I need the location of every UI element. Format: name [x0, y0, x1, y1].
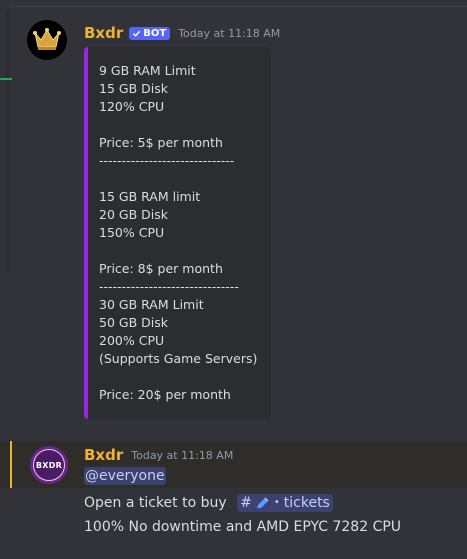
- mention-highlight-bar: [10, 441, 12, 488]
- embed-line: 150% CPU: [99, 225, 165, 240]
- message-line: Open a ticket to buy # • tickets: [84, 494, 333, 512]
- hash-icon: #: [240, 495, 252, 511]
- pencil-icon: [256, 497, 269, 508]
- embed-line: 15 GB Disk: [99, 81, 168, 96]
- username[interactable]: Bxdr: [84, 24, 123, 42]
- everyone-mention[interactable]: @everyone: [84, 467, 166, 485]
- crown-icon: [33, 28, 61, 50]
- embed-line: 9 GB RAM Limit: [99, 63, 196, 78]
- pricing-embed: 9 GB RAM Limit 15 GB Disk 120% CPU Price…: [84, 47, 271, 419]
- bot-badge: BOT: [129, 26, 171, 40]
- avatar-text: BXDR: [35, 460, 63, 470]
- message-highlight: [0, 441, 467, 488]
- embed-line: 20 GB Disk: [99, 207, 168, 222]
- bot-avatar[interactable]: [27, 20, 67, 60]
- user-avatar[interactable]: BXDR: [30, 446, 68, 484]
- new-messages-marker: [0, 78, 12, 80]
- embed-line: 50 GB Disk: [99, 315, 168, 330]
- scroll-track[interactable]: [6, 10, 9, 272]
- embed-line: Price: 8$ per month: [99, 261, 223, 276]
- embed-line: Price: 5$ per month: [99, 135, 223, 150]
- checkmark-icon: [133, 30, 141, 37]
- channel-name: tickets: [283, 495, 330, 511]
- avatar-ring: BXDR: [33, 449, 65, 481]
- username[interactable]: Bxdr: [84, 446, 123, 464]
- embed-line: -------------------------------: [99, 279, 239, 294]
- embed-line: 120% CPU: [99, 99, 165, 114]
- bot-badge-label: BOT: [143, 27, 167, 39]
- message-header: Bxdr BOT Today at 11:18 AM: [84, 24, 280, 42]
- embed-line: (Supports Game Servers): [99, 351, 258, 366]
- timestamp[interactable]: Today at 11:18 AM: [131, 449, 233, 462]
- embed-line: Price: 20$ per month: [99, 387, 231, 402]
- timestamp[interactable]: Today at 11:18 AM: [178, 27, 280, 40]
- message-text: Open a ticket to buy: [84, 495, 227, 511]
- embed-line: ------------------------------: [99, 153, 235, 168]
- channel-mention[interactable]: # • tickets: [237, 494, 333, 512]
- message-header: Bxdr Today at 11:18 AM: [84, 446, 233, 464]
- top-divider: [10, 6, 467, 7]
- separator-dot: •: [273, 497, 280, 508]
- embed-line: 200% CPU: [99, 333, 165, 348]
- message-text: 100% No downtime and AMD EPYC 7282 CPU: [84, 519, 402, 535]
- embed-line: 15 GB RAM limit: [99, 189, 201, 204]
- embed-line: 30 GB RAM Limit: [99, 297, 204, 312]
